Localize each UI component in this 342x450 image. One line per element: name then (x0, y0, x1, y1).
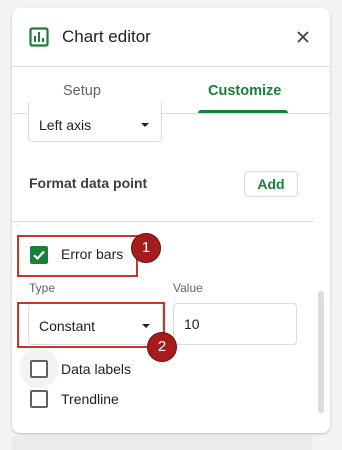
trendline-checkbox[interactable] (30, 390, 48, 408)
section-divider (12, 221, 314, 222)
close-icon[interactable] (296, 30, 310, 44)
tab-customize[interactable]: Customize (208, 83, 281, 99)
value-caption: Value (173, 281, 203, 295)
chart-editor-header: Chart editor (12, 8, 330, 66)
dropdown-caret-icon (142, 324, 150, 328)
axis-select-value: Left axis (39, 117, 92, 133)
dropdown-caret-icon (141, 123, 149, 127)
chart-icon (29, 27, 49, 47)
chart-editor-panel: Chart editor Setup Customize Left axis F… (12, 8, 330, 433)
error-bars-label[interactable]: Error bars (61, 246, 123, 262)
error-type-select[interactable]: Constant (28, 303, 163, 345)
background-strip (12, 436, 312, 450)
error-type-value: Constant (39, 318, 96, 334)
tab-setup[interactable]: Setup (63, 83, 101, 99)
checkmark-icon (33, 250, 45, 261)
panel-title: Chart editor (62, 27, 151, 46)
error-bars-checkbox[interactable] (30, 246, 48, 264)
scrollbar-thumb[interactable] (318, 291, 324, 413)
trendline-label[interactable]: Trendline (61, 391, 119, 407)
format-data-point-label: Format data point (29, 175, 148, 191)
annotation-badge-2: 2 (147, 332, 177, 362)
data-labels-checkbox[interactable] (30, 360, 48, 378)
axis-select[interactable]: Left axis (28, 102, 162, 142)
annotation-badge-1: 1 (131, 233, 161, 263)
add-button[interactable]: Add (244, 171, 298, 197)
type-caption: Type (29, 281, 56, 295)
error-value-input[interactable] (173, 303, 297, 345)
data-labels-label[interactable]: Data labels (61, 361, 131, 377)
